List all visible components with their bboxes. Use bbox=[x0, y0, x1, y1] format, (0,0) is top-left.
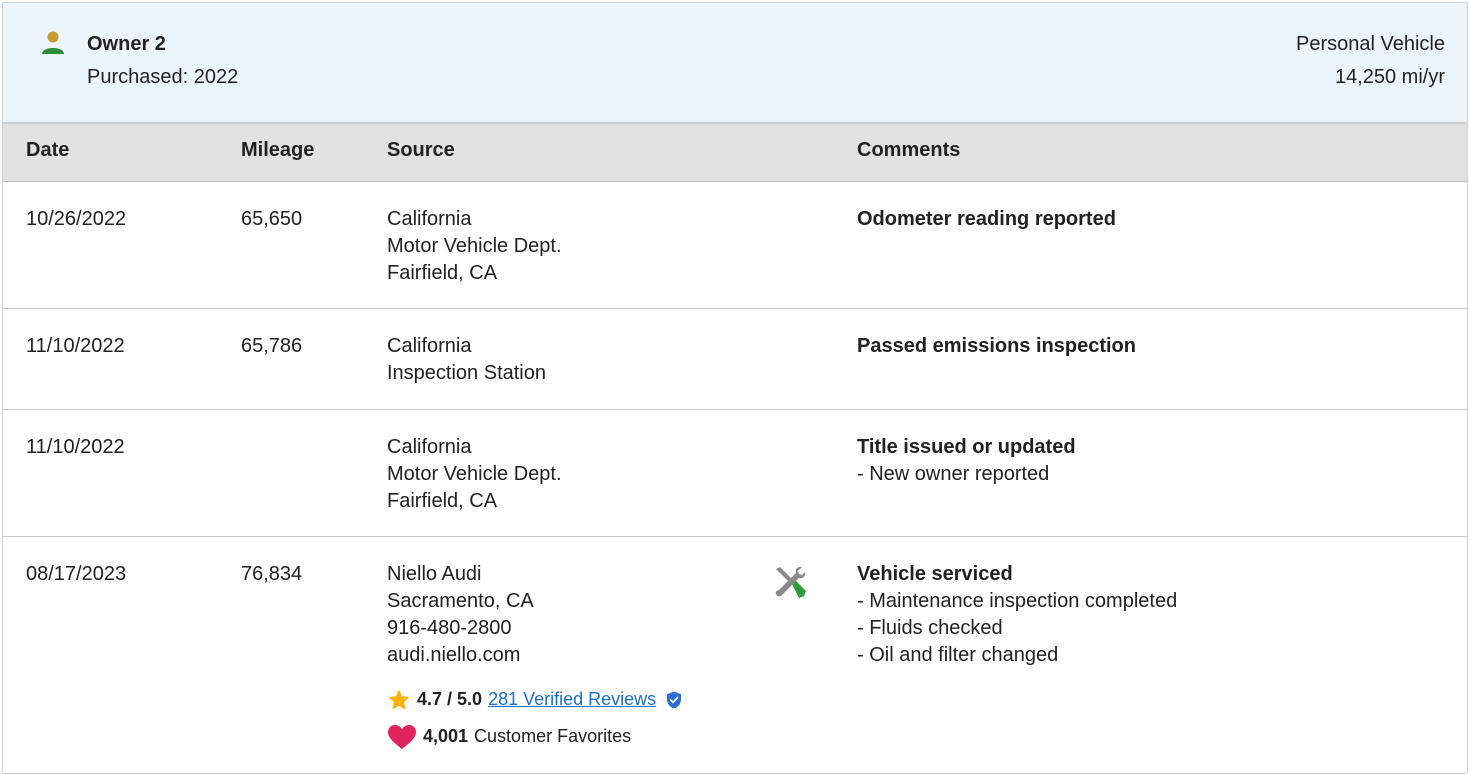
table-header: Date Mileage Source Comments bbox=[3, 124, 1467, 182]
star-icon bbox=[388, 689, 410, 709]
row-comments: Odometer reading reported bbox=[857, 206, 1116, 233]
table-row: 11/10/2022 California Motor Vehicle Dept… bbox=[3, 410, 1467, 537]
verified-reviews-link[interactable]: 281 Verified Reviews bbox=[488, 686, 656, 713]
row-date: 11/10/2022 bbox=[26, 436, 125, 458]
owner-history-card: Owner 2 Purchased: 2022 Personal Vehicle… bbox=[2, 2, 1468, 774]
row-source: California Motor Vehicle Dept. Fairfield… bbox=[387, 206, 562, 287]
source-line: 916-480-2800 bbox=[387, 617, 512, 639]
rating-score: 4.7 / 5.0 bbox=[417, 689, 483, 709]
row-date: 08/17/2023 bbox=[26, 563, 127, 585]
table-row: 08/17/2023 76,834 Niello Audi Sacramento… bbox=[3, 537, 1467, 774]
source-line: Inspection Station bbox=[387, 362, 546, 384]
row-source: Niello Audi Sacramento, CA 916-480-2800 … bbox=[387, 561, 684, 750]
comment-detail: - Fluids checked bbox=[857, 617, 1003, 639]
source-line: Sacramento, CA bbox=[387, 590, 534, 612]
header-date: Date bbox=[26, 139, 70, 161]
comment-title: Title issued or updated bbox=[857, 436, 1076, 458]
person-icon bbox=[42, 31, 64, 54]
favorites-count: 4,001 bbox=[423, 726, 469, 746]
owner-header: Owner 2 Purchased: 2022 Personal Vehicle… bbox=[3, 3, 1467, 124]
row-source: California Motor Vehicle Dept. Fairfield… bbox=[387, 434, 562, 515]
owner-title: Owner 2 bbox=[87, 33, 166, 55]
row-date: 10/26/2022 bbox=[26, 208, 127, 230]
source-line: California bbox=[387, 335, 472, 357]
verified-shield-icon bbox=[667, 691, 682, 708]
source-line: Fairfield, CA bbox=[387, 490, 498, 512]
owner-purchased: Purchased: 2022 bbox=[87, 66, 239, 88]
header-mileage: Mileage bbox=[241, 139, 315, 161]
source-line: Motor Vehicle Dept. bbox=[387, 235, 562, 257]
comment-title: Passed emissions inspection bbox=[857, 335, 1136, 357]
row-comments: Vehicle serviced - Maintenance inspectio… bbox=[857, 561, 1177, 669]
miles-per-year: 14,250 mi/yr bbox=[1334, 66, 1445, 88]
row-date: 11/10/2022 bbox=[26, 335, 125, 357]
comment-title: Odometer reading reported bbox=[857, 208, 1116, 230]
comment-detail: - New owner reported bbox=[857, 463, 1050, 485]
comment-detail: - Maintenance inspection completed bbox=[857, 590, 1178, 612]
table-row: 10/26/2022 65,650 California Motor Vehic… bbox=[3, 182, 1467, 309]
source-line: California bbox=[387, 436, 472, 458]
source-line: Fairfield, CA bbox=[387, 262, 498, 284]
row-comments: Passed emissions inspection bbox=[857, 333, 1136, 360]
comment-detail: - Oil and filter changed bbox=[857, 644, 1059, 666]
source-line: Motor Vehicle Dept. bbox=[387, 463, 562, 485]
favorites-label: Customer Favorites bbox=[474, 726, 632, 746]
vehicle-type: Personal Vehicle bbox=[1296, 33, 1445, 55]
row-source: California Inspection Station bbox=[387, 333, 546, 387]
row-mileage: 65,786 bbox=[241, 335, 303, 357]
header-source: Source bbox=[387, 139, 455, 161]
dealer-favorites: 4,001 Customer Favorites bbox=[387, 723, 684, 750]
row-mileage: 76,834 bbox=[241, 563, 303, 585]
row-mileage: 65,650 bbox=[241, 208, 303, 230]
header-comments: Comments bbox=[857, 139, 961, 161]
table-row: 11/10/2022 65,786 California Inspection … bbox=[3, 309, 1467, 410]
comment-title: Vehicle serviced bbox=[857, 563, 1013, 585]
service-tools-icon bbox=[775, 566, 806, 598]
source-line: audi.niello.com bbox=[387, 644, 521, 666]
dealer-rating: 4.7 / 5.0 281 Verified Reviews bbox=[387, 686, 684, 713]
row-comments: Title issued or updated - New owner repo… bbox=[857, 434, 1076, 488]
source-line: California bbox=[387, 208, 472, 230]
heart-icon bbox=[388, 724, 416, 749]
source-line: Niello Audi bbox=[387, 563, 482, 585]
